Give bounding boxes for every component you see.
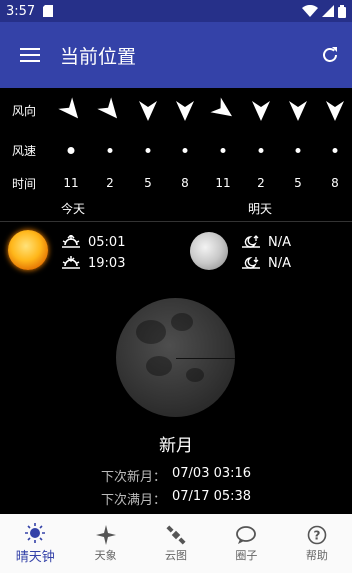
wind-speed-dot: [220, 138, 226, 162]
wind-speed-dot: [182, 138, 188, 162]
forecast-hour: 11: [63, 176, 79, 190]
wind-direction-arrow: [97, 94, 120, 126]
arrow-icon: [58, 97, 79, 119]
wind-speed-dot: [258, 138, 264, 162]
nav-item-cloud-map[interactable]: 云图: [141, 514, 211, 573]
sd-card-icon: [43, 5, 54, 17]
forecast-hour: 2: [257, 176, 265, 190]
arrow-icon: [97, 97, 118, 119]
nav-label: 晴天钟: [15, 550, 55, 565]
nav-label: 云图: [165, 548, 188, 562]
next-full-moon: 下次满月： 07/17 05:38: [0, 489, 352, 508]
moonrise-time: N/A: [268, 234, 291, 250]
moonrise-icon: [242, 235, 260, 248]
wind-speed-dot: [295, 138, 301, 162]
nav-item-community[interactable]: 圈子: [211, 514, 281, 573]
nav-item-clear-sky-clock[interactable]: 晴天钟: [0, 514, 70, 573]
wind-direction-arrow: [138, 94, 158, 126]
next-full-moon-label: 下次满月：: [100, 493, 166, 508]
wind-speed-dot: [107, 138, 113, 162]
svg-text:?: ?: [313, 528, 320, 542]
wind-speed-dot: [67, 138, 75, 162]
sunrise-time: 05:01: [88, 234, 126, 250]
moon-phase-name: 新月: [159, 436, 193, 456]
wind-direction-arrow: [288, 94, 308, 126]
arrow-icon: [210, 97, 233, 117]
moon-phase-image: [116, 298, 235, 417]
moon-icon: [190, 232, 228, 270]
moonrise: N/A: [242, 232, 291, 252]
sunrise: 05:01: [62, 232, 125, 252]
arrow-icon: [176, 101, 194, 121]
wind-speed-cells: [48, 138, 352, 162]
sunset-time: 19:03: [88, 255, 126, 271]
chat-icon: [236, 525, 257, 544]
sunset-icon: [62, 256, 80, 269]
arrow-icon: [252, 101, 270, 121]
wind-speed-dot: [145, 138, 151, 162]
wifi-icon: [302, 5, 318, 17]
bottom-navigation: 晴天钟 天象 云图 圈子 ? 帮助: [0, 514, 352, 573]
wind-direction-cells: [48, 94, 352, 126]
next-new-moon-value: 07/03 03:16: [172, 466, 252, 481]
next-new-moon: 下次新月： 07/03 03:16: [0, 466, 352, 485]
wind-speed-row: 风速: [0, 138, 352, 162]
time-label: 时间: [12, 176, 37, 191]
help-icon: ?: [307, 525, 327, 544]
wind-direction-arrow: [175, 94, 195, 126]
page-title: 当前位置: [60, 45, 137, 68]
hamburger-icon: [20, 48, 40, 62]
nav-label: 帮助: [305, 548, 328, 562]
nav-item-astronomy[interactable]: 天象: [70, 514, 140, 573]
nav-label: 圈子: [235, 548, 258, 562]
wind-direction-arrow: [210, 94, 233, 126]
divider: [0, 221, 352, 222]
menu-button[interactable]: [0, 48, 60, 62]
sunset: 19:03: [62, 253, 125, 273]
nav-item-help[interactable]: ? 帮助: [282, 514, 352, 573]
time-cells: 11 2 5 8 11 2 5 8: [48, 171, 352, 195]
wind-direction-arrow: [325, 94, 345, 126]
arrow-icon: [289, 101, 307, 121]
moonset-time: N/A: [268, 255, 291, 271]
star-icon: [95, 524, 116, 545]
nav-label: 天象: [94, 548, 117, 562]
status-time: 3:57: [6, 3, 36, 19]
time-row: 时间 11 2 5 8 11 2 5 8: [0, 171, 352, 195]
moonset-icon: [242, 257, 260, 269]
wind-speed-dot: [332, 138, 338, 162]
sun-icon: [8, 230, 48, 270]
wind-direction-arrow: [58, 94, 81, 126]
forecast-hour: 5: [294, 176, 302, 190]
wind-direction-row: 风向: [0, 94, 352, 126]
wind-direction-label: 风向: [12, 103, 37, 118]
tomorrow-label: 明天: [248, 202, 273, 216]
arrow-icon: [139, 101, 157, 121]
sun-moon-times: 05:01 19:03 N/A N/A: [0, 230, 352, 274]
status-bar: 3:57: [0, 0, 352, 22]
wind-speed-label: 风速: [12, 143, 37, 158]
sun-icon: [25, 523, 46, 543]
battery-icon: [338, 4, 346, 18]
wind-direction-arrow: [251, 94, 271, 126]
moonset: N/A: [242, 253, 291, 273]
forecast-hour: 8: [181, 176, 189, 190]
forecast-hour: 11: [215, 176, 231, 190]
today-label: 今天: [61, 202, 86, 216]
forecast-hour: 5: [144, 176, 152, 190]
forecast-hour: 8: [331, 176, 339, 190]
day-labels: 今天 明天: [0, 200, 352, 218]
sunrise-icon: [62, 235, 80, 248]
next-new-moon-label: 下次新月：: [100, 470, 166, 485]
signal-icon: [322, 5, 334, 17]
next-full-moon-value: 07/17 05:38: [172, 489, 252, 504]
arrow-icon: [326, 101, 344, 121]
satellite-icon: [166, 524, 186, 545]
app-bar: 当前位置: [0, 22, 352, 88]
refresh-button[interactable]: [308, 46, 352, 64]
forecast-hour: 2: [106, 176, 114, 190]
refresh-icon: [323, 47, 337, 62]
